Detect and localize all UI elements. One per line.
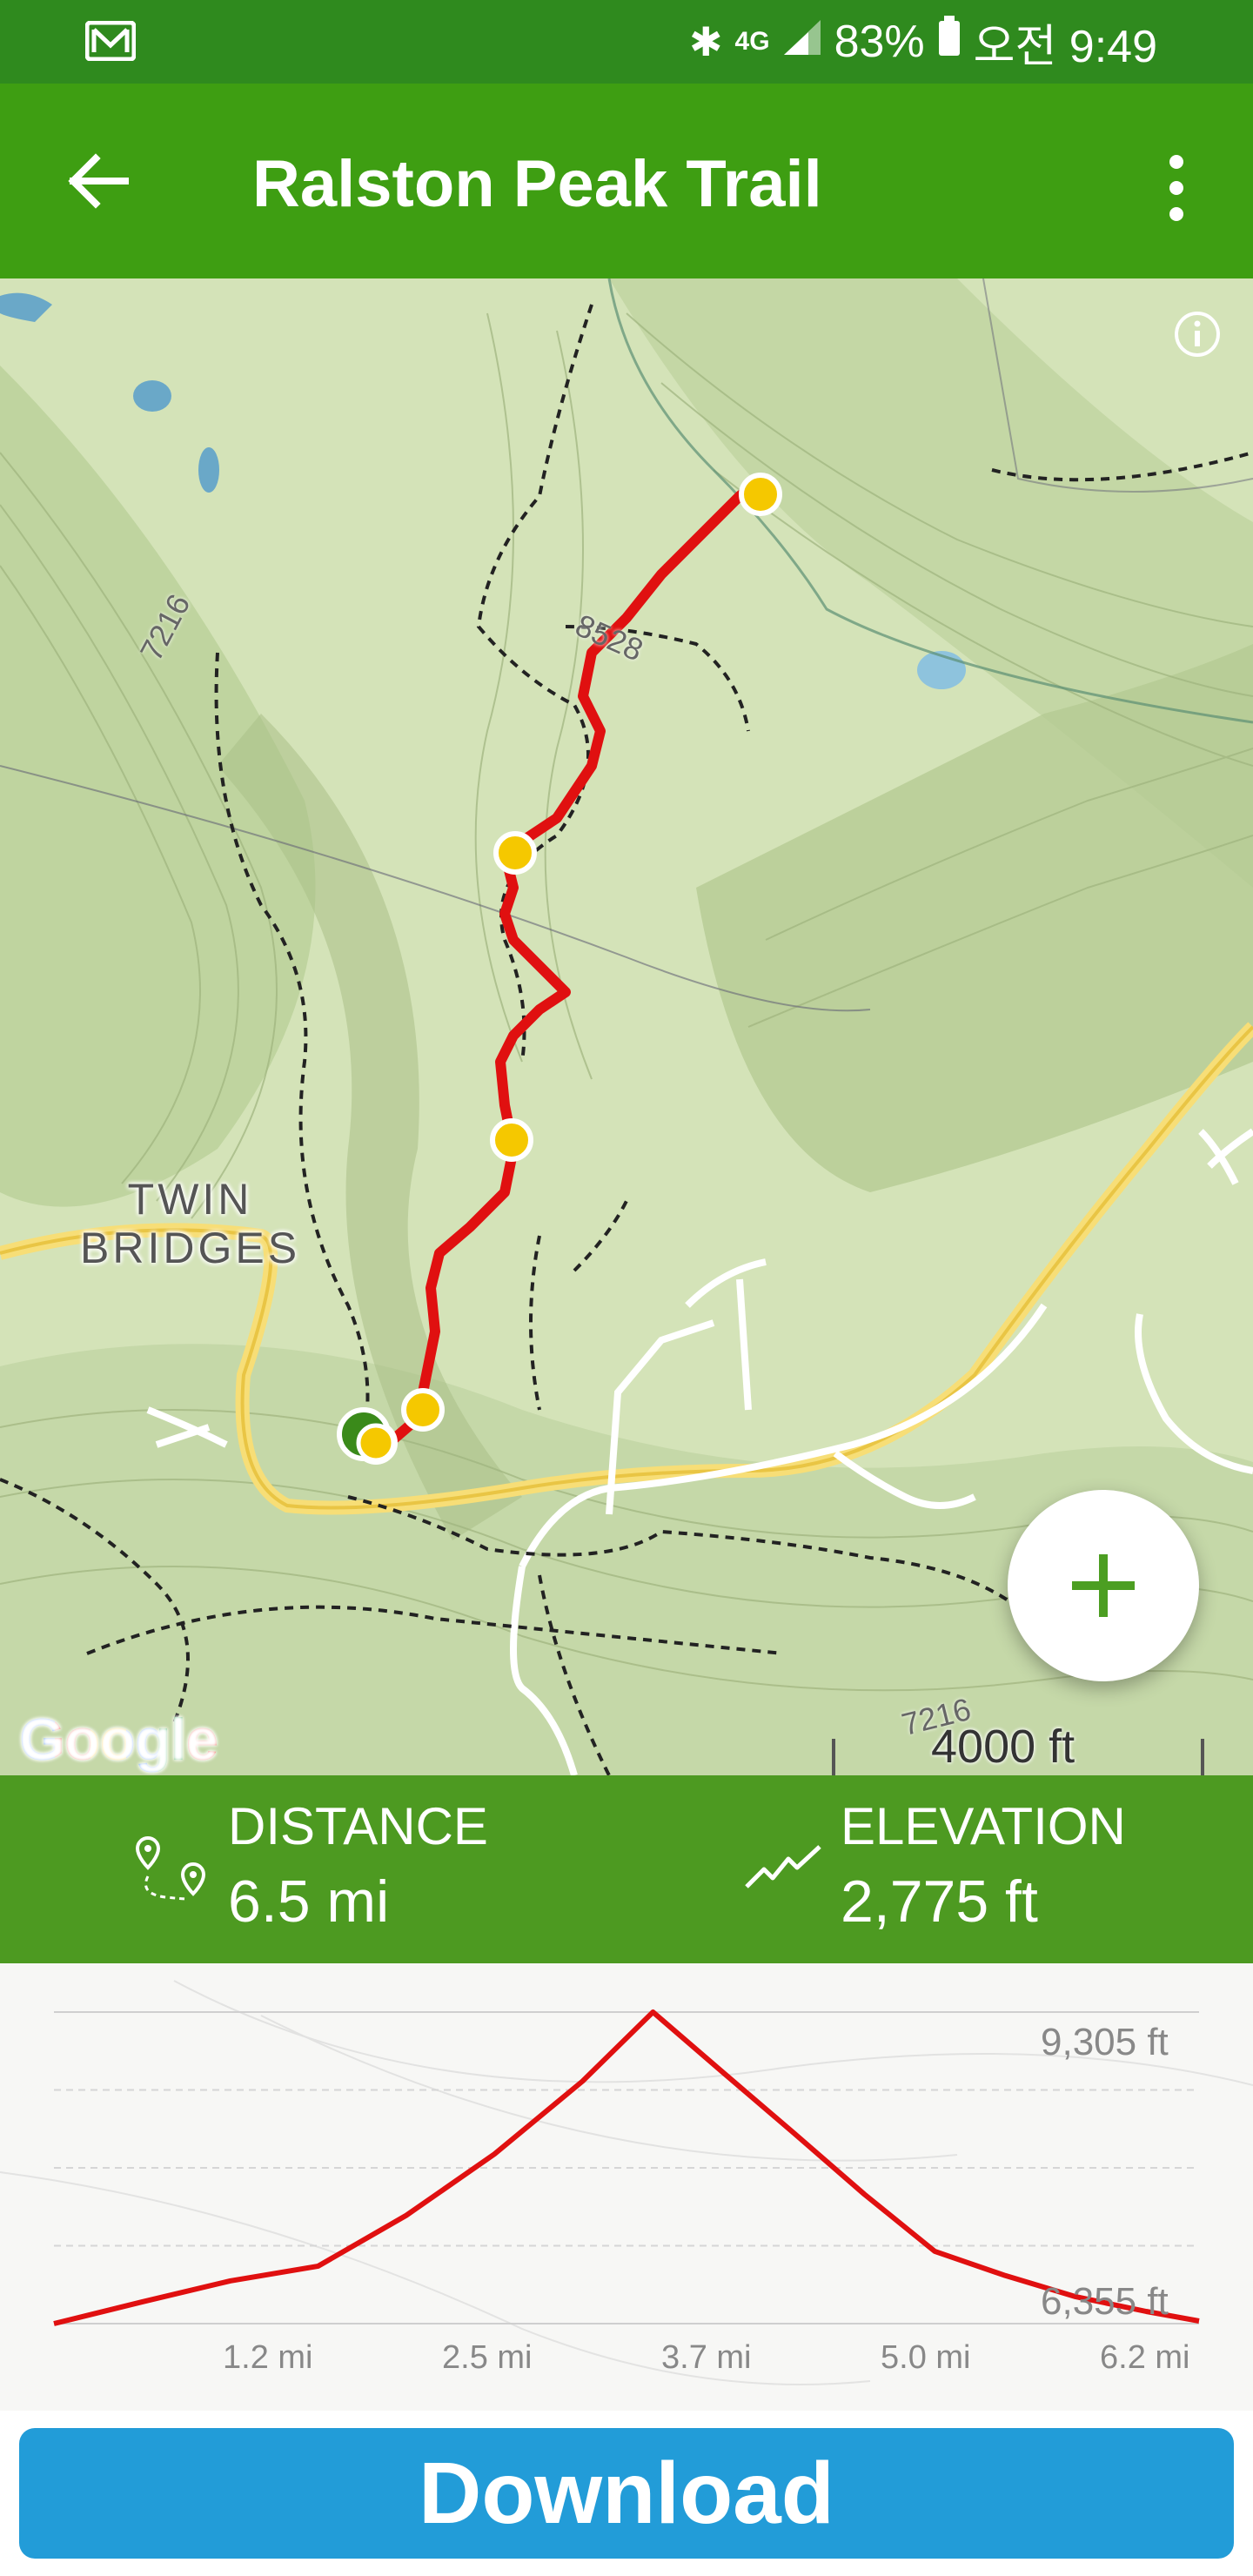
elevation-label: ELEVATION (841, 1797, 1126, 1855)
back-button[interactable] (52, 136, 143, 226)
x-tick-label: 5.0 mi (881, 2339, 971, 2376)
app-bar: Ralston Peak Trail (0, 84, 1253, 278)
network-type: 4G (734, 27, 770, 56)
battery-percent: 83% (834, 17, 925, 67)
place-label-line1: TWIN (127, 1175, 253, 1224)
more-options-button[interactable] (1149, 146, 1204, 230)
x-tick-label: 2.5 mi (442, 2339, 533, 2376)
x-tick-label: 1.2 mi (223, 2339, 313, 2376)
info-button[interactable] (1171, 308, 1223, 360)
distance-icon (131, 1833, 212, 1906)
trail-stats: DISTANCE 6.5 mi ELEVATION 2,775 ft (0, 1775, 1253, 1963)
google-logo: Google (19, 1707, 218, 1773)
elevation-profile-chart[interactable]: 9,305 ft 6,355 ft 1.2 mi 2.5 mi 3.7 mi 5… (0, 1963, 1253, 2411)
distance-value: 6.5 mi (228, 1868, 390, 1935)
page-title: Ralston Peak Trail (252, 147, 822, 221)
signal-icon (782, 16, 822, 68)
download-label: Download (419, 2444, 834, 2542)
info-icon (1175, 312, 1220, 357)
distance-label: DISTANCE (228, 1797, 488, 1855)
place-label: TWIN BRIDGES (80, 1175, 300, 1272)
more-vert-icon (1169, 155, 1183, 221)
gmail-icon (84, 20, 137, 62)
place-label-line2: BRIDGES (80, 1224, 301, 1272)
arrow-left-icon (68, 153, 129, 209)
y-tick-label: 9,305 ft (1041, 2021, 1169, 2063)
chart-grid (54, 2011, 1199, 2324)
elevation-value: 2,775 ft (841, 1868, 1038, 1935)
trail-map[interactable]: TWIN BRIDGES 7216 8528 7216 Google 4000 … (0, 278, 1253, 1775)
plus-icon (1072, 1554, 1135, 1617)
download-button[interactable]: Download (19, 2428, 1234, 2559)
scale-label: 4000 ft (931, 1721, 1075, 1773)
status-icons: ✱ 4G 83% 오전 9:49 (689, 14, 1157, 72)
elevation-icon (745, 1841, 823, 1892)
x-tick-label: 6.2 mi (1100, 2339, 1190, 2376)
battery-icon (937, 15, 962, 69)
status-bar: ✱ 4G 83% 오전 9:49 (0, 0, 1253, 84)
y-tick-label: 6,355 ft (1041, 2280, 1169, 2323)
bluetooth-icon: ✱ (689, 19, 723, 64)
x-tick-label: 3.7 mi (661, 2339, 752, 2376)
zoom-in-button[interactable] (1008, 1490, 1199, 1681)
map-scale: 4000 ft (832, 1721, 1204, 1775)
clock: 오전 9:49 (973, 21, 1157, 72)
